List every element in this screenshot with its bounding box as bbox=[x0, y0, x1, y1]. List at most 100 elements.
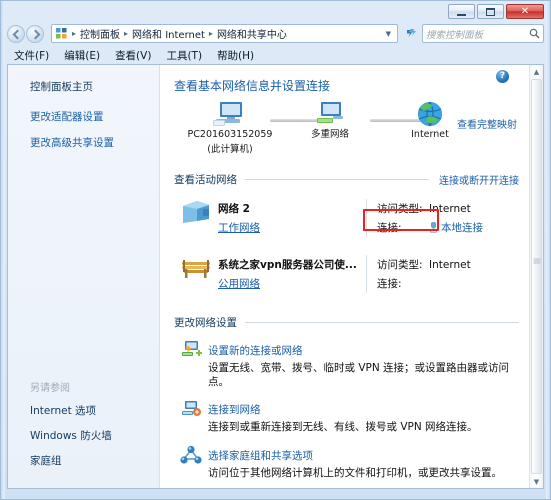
access-type-value: Internet bbox=[429, 202, 471, 215]
breadcrumb-separator-2: ▸ bbox=[208, 29, 213, 38]
window-left-edge bbox=[1, 1, 5, 499]
title-bar: ✕ bbox=[1, 1, 550, 21]
breadcrumb: ▸ 控制面板 ▸ 网络和 Internet ▸ 网络和共享中心 bbox=[70, 26, 289, 41]
map-node-label-0: PC201603152059 bbox=[187, 129, 273, 140]
task-homegroup-sharing[interactable]: 选择家庭组和共享选项 访问位于其他网络计算机上的文件和打印机，或更改共享设置。 bbox=[174, 444, 519, 480]
map-node-computer[interactable]: PC201603152059 (此计算机) bbox=[182, 100, 278, 155]
chevron-down-icon[interactable]: ▼ bbox=[386, 30, 395, 38]
task-title[interactable]: 设置新的连接或网络 bbox=[208, 345, 303, 357]
row-divider bbox=[366, 255, 367, 293]
maximize-button[interactable] bbox=[477, 4, 504, 19]
network-details: 访问类型: Internet 连接: bbox=[377, 253, 519, 295]
change-settings-header: 更改网络设置 bbox=[174, 315, 519, 330]
network-details: 访问类型: Internet 连接: bbox=[363, 197, 519, 239]
active-network-row[interactable]: 系统之家vpn服务器公司使... 公用网络 访问类型: Internet 连接: bbox=[174, 245, 519, 301]
forward-button[interactable] bbox=[26, 24, 44, 43]
explorer-window: ✕ ▸ 控制面板 ▸ 网络和 Internet ▸ 网络和共享中心 ▼ 搜索控制… bbox=[0, 0, 551, 500]
access-type-label: 访问类型: bbox=[377, 203, 423, 215]
menu-item-view[interactable]: 查看(V) bbox=[108, 47, 159, 64]
breadcrumb-item-1[interactable]: 网络和 Internet bbox=[130, 26, 207, 41]
sidebar-item-control-panel-home[interactable]: 控制面板主页 bbox=[30, 79, 93, 94]
menu-item-tools[interactable]: 工具(T) bbox=[159, 47, 210, 64]
local-area-connection-link[interactable]: 本地连接 bbox=[429, 220, 483, 235]
connections-line: 连接: 本地连接 bbox=[377, 220, 519, 235]
see-also-item-windows-firewall[interactable]: Windows 防火墙 bbox=[22, 428, 152, 443]
network-names: 网络 2 工作网络 bbox=[218, 197, 366, 235]
network-name: 系统之家vpn服务器公司使... bbox=[218, 259, 357, 271]
scroll-down-button[interactable]: ▼ bbox=[530, 475, 543, 488]
map-node-label-1: 多重网络 bbox=[310, 129, 349, 140]
active-network-row[interactable]: 网络 2 工作网络 访问类型: Internet 连接: 本地连接 bbox=[174, 189, 519, 245]
adapter-icon bbox=[429, 222, 438, 233]
breadcrumb-item-2[interactable]: 网络和共享中心 bbox=[215, 26, 289, 41]
task-title[interactable]: 连接到网络 bbox=[208, 404, 261, 416]
local-area-connection-label: 本地连接 bbox=[441, 222, 483, 234]
task-setup-new-connection[interactable]: 设置新的连接或网络 设置无线、宽带、拨号、临时或 VPN 连接；或设置路由器或访… bbox=[174, 339, 519, 389]
breadcrumb-separator-0: ▸ bbox=[72, 29, 77, 38]
new-connection-icon bbox=[174, 339, 208, 360]
connections-label: 连接: bbox=[377, 278, 402, 290]
sidebar-links: 更改适配器设置 更改高级共享设置 bbox=[30, 109, 114, 161]
refresh-button[interactable] bbox=[401, 24, 419, 43]
breadcrumb-bar[interactable]: ▸ 控制面板 ▸ 网络和 Internet ▸ 网络和共享中心 ▼ bbox=[51, 24, 398, 43]
search-icon bbox=[529, 28, 540, 39]
see-also-item-homegroup[interactable]: 家庭组 bbox=[22, 453, 152, 468]
connections-line: 连接: bbox=[377, 276, 519, 291]
search-input[interactable]: 搜索控制面板 bbox=[426, 27, 529, 41]
connect-disconnect-link[interactable]: 连接或断开开连接 bbox=[429, 172, 519, 187]
access-type-value: Internet bbox=[429, 258, 471, 271]
task-body: 选择家庭组和共享选项 访问位于其他网络计算机上的文件和打印机，或更改共享设置。 bbox=[208, 444, 519, 480]
active-networks-header: 查看活动网络 连接或断开开连接 bbox=[174, 172, 519, 187]
help-icon[interactable]: ? bbox=[496, 70, 509, 83]
see-also-title: 另请参阅 bbox=[30, 383, 70, 394]
window-controls: ✕ bbox=[448, 4, 544, 19]
network-names: 系统之家vpn服务器公司使... 公用网络 bbox=[218, 253, 366, 291]
content-inner: ? 查看基本网络信息并设置连接 PC201603152059 (此计算机) 多重… bbox=[160, 65, 529, 488]
public-bench-icon bbox=[174, 253, 218, 281]
menu-item-file[interactable]: 文件(F) bbox=[7, 47, 57, 64]
breadcrumb-item-0[interactable]: 控制面板 bbox=[78, 26, 122, 41]
homegroup-icon bbox=[174, 444, 208, 465]
task-description: 访问位于其他网络计算机上的文件和打印机，或更改共享设置。 bbox=[208, 466, 502, 479]
close-icon: ✕ bbox=[520, 5, 530, 17]
client-area: 控制面板主页 更改适配器设置 更改高级共享设置 另请参阅 Internet 选项… bbox=[7, 64, 544, 489]
connect-network-icon bbox=[174, 398, 208, 419]
access-type-line: 访问类型: Internet bbox=[377, 257, 519, 272]
row-divider bbox=[366, 199, 367, 237]
sidebar-item-change-adapter-settings[interactable]: 更改适配器设置 bbox=[30, 109, 114, 124]
breadcrumb-separator-1: ▸ bbox=[124, 29, 129, 38]
vertical-scrollbar[interactable]: ▲ ▼ bbox=[529, 65, 543, 488]
section-divider bbox=[245, 179, 429, 180]
access-type-line: 访问类型: Internet bbox=[377, 201, 519, 216]
view-full-map-link[interactable]: 查看完整映射 bbox=[457, 116, 517, 131]
task-body: 连接到网络 连接到或重新连接到无线、有线、拨号或 VPN 网络连接。 bbox=[208, 398, 519, 434]
scrollbar-thumb[interactable] bbox=[531, 79, 542, 474]
close-button[interactable]: ✕ bbox=[506, 4, 544, 19]
search-box[interactable]: 搜索控制面板 bbox=[422, 24, 544, 43]
menu-item-help[interactable]: 帮助(H) bbox=[210, 47, 262, 64]
sidebar-item-change-advanced-sharing[interactable]: 更改高级共享设置 bbox=[30, 135, 114, 150]
maximize-icon bbox=[486, 7, 495, 16]
navigation-buttons bbox=[7, 24, 44, 43]
task-description: 设置无线、宽带、拨号、临时或 VPN 连接；或设置路由器或访问点。 bbox=[208, 362, 510, 389]
network-type-link[interactable]: 工作网络 bbox=[218, 222, 260, 234]
task-description: 连接到或重新连接到无线、有线、拨号或 VPN 网络连接。 bbox=[208, 421, 478, 434]
scroll-up-button[interactable]: ▲ bbox=[530, 65, 543, 78]
see-also-item-internet-options[interactable]: Internet 选项 bbox=[22, 403, 152, 418]
task-title[interactable]: 选择家庭组和共享选项 bbox=[208, 450, 313, 462]
map-node-multiple-networks[interactable]: 多重网络 bbox=[282, 100, 378, 141]
network-type-link[interactable]: 公用网络 bbox=[218, 278, 260, 290]
back-button[interactable] bbox=[7, 24, 25, 43]
task-connect-to-network[interactable]: 连接到网络 连接到或重新连接到无线、有线、拨号或 VPN 网络连接。 bbox=[174, 398, 519, 434]
active-networks-title: 查看活动网络 bbox=[174, 174, 237, 186]
see-also-section: 另请参阅 Internet 选项 Windows 防火墙 家庭组 bbox=[22, 379, 152, 478]
minimize-button[interactable] bbox=[448, 4, 475, 19]
network-building-icon bbox=[174, 197, 218, 225]
access-type-label: 访问类型: bbox=[377, 259, 423, 271]
connections-label: 连接: bbox=[377, 222, 402, 234]
map-node-sublabel-0: (此计算机) bbox=[207, 143, 253, 155]
task-body: 设置新的连接或网络 设置无线、宽带、拨号、临时或 VPN 连接；或设置路由器或访… bbox=[208, 339, 519, 389]
address-bar: ▸ 控制面板 ▸ 网络和 Internet ▸ 网络和共享中心 ▼ 搜索控制面板 bbox=[7, 23, 544, 44]
menu-item-edit[interactable]: 编辑(E) bbox=[57, 47, 108, 64]
network-name: 网络 2 bbox=[218, 203, 250, 215]
